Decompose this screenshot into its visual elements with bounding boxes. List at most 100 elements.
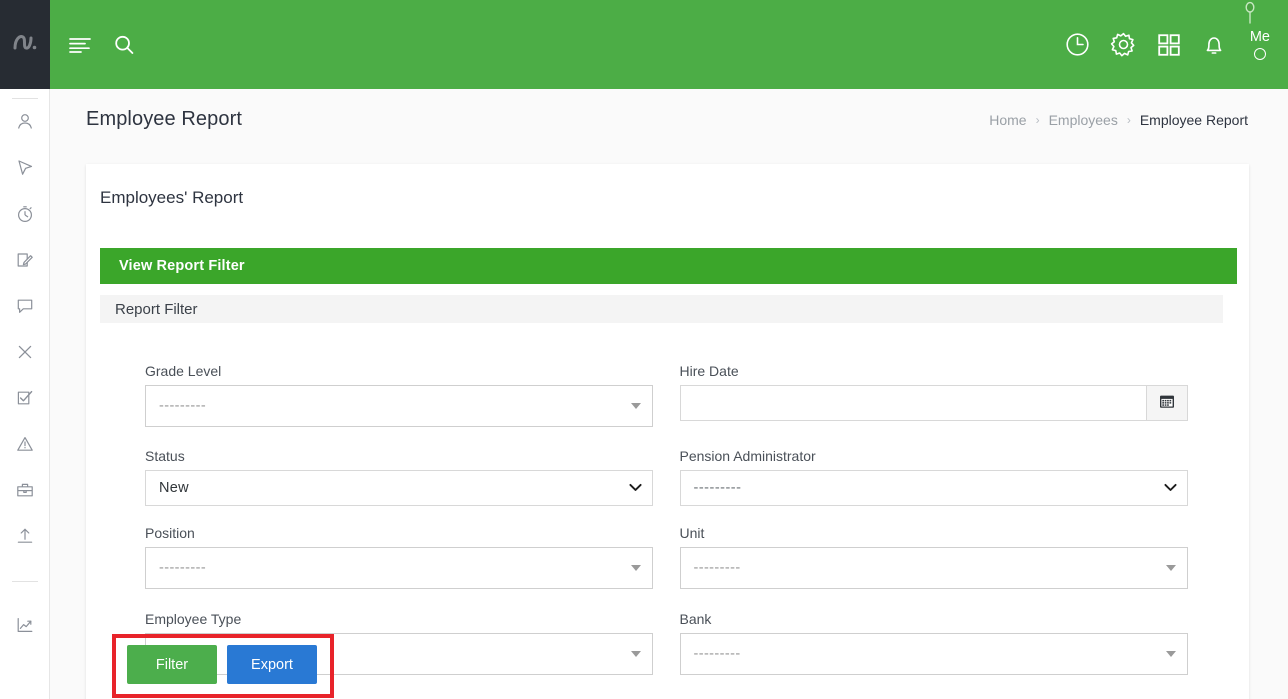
position-select[interactable]: --------- [145, 547, 653, 589]
app-logo-icon [12, 31, 38, 58]
form-col-left: Status New [86, 448, 668, 506]
employee-type-label: Employee Type [145, 611, 242, 627]
sidebar-item-close[interactable] [0, 329, 50, 375]
pin-icon[interactable] [1242, 0, 1258, 30]
chevron-down-icon [631, 651, 641, 657]
form-col-right: Hire Date [668, 363, 1250, 427]
breadcrumb-item-current: Employee Report [1139, 111, 1248, 128]
pension-administrator-label: Pension Administrator [679, 448, 816, 464]
field-unit: Unit --------- [679, 525, 1188, 589]
sidebar-item-edit[interactable] [0, 237, 50, 283]
chevron-down-icon [631, 403, 641, 409]
x-close-icon [15, 342, 35, 362]
view-report-filter-label: View Report Filter [119, 258, 245, 274]
position-label: Position [145, 525, 195, 541]
app-logo[interactable] [0, 0, 50, 89]
hire-date-input[interactable] [679, 385, 1146, 421]
grade-level-label: Grade Level [145, 363, 222, 379]
chevron-down-icon [631, 565, 641, 571]
sidebar-item-jobs[interactable] [0, 467, 50, 513]
form-col-left: Position --------- [86, 525, 668, 589]
briefcase-icon [15, 480, 35, 500]
sidebar-item-cursor[interactable] [0, 145, 50, 191]
pension-administrator-value: --------- [693, 480, 742, 496]
position-value: --------- [159, 560, 207, 576]
user-menu[interactable]: Me [1250, 29, 1270, 60]
chevron-down-icon [1163, 479, 1177, 497]
edit-pencil-icon [15, 250, 35, 270]
hamburger-menu-icon[interactable] [68, 36, 92, 54]
hire-date-label: Hire Date [679, 363, 739, 379]
sidebar-item-time-tracking[interactable] [0, 191, 50, 237]
hire-date-calendar-button[interactable] [1145, 385, 1188, 421]
field-hire-date: Hire Date [679, 363, 1188, 421]
breadcrumb: Home › Employees › Employee Report [989, 112, 1248, 128]
status-label: Status [145, 448, 185, 464]
chevron-down-icon [1165, 651, 1176, 657]
checkbox-check-icon [15, 388, 35, 408]
unit-value: --------- [693, 560, 741, 576]
application-root: Me Employee Report Home › Employees › Em… [0, 0, 1288, 699]
form-col-right: Pension Administrator --------- [668, 448, 1250, 506]
hire-date-group [679, 385, 1188, 421]
sidebar-item-reports[interactable] [0, 602, 50, 648]
chevron-down-icon [1165, 565, 1176, 571]
sidebar-item-employees[interactable] [0, 99, 50, 145]
search-icon[interactable] [112, 33, 136, 57]
left-icon-rail [0, 0, 50, 699]
clock-icon[interactable] [1064, 31, 1091, 58]
unit-label: Unit [679, 525, 705, 541]
upload-arrow-icon [15, 526, 35, 546]
status-value: New [159, 480, 189, 496]
filter-button[interactable]: Filter [127, 645, 217, 684]
unit-select[interactable]: --------- [679, 547, 1188, 589]
form-row-2: Status New Pension Administrator -------… [86, 448, 1249, 506]
card-title: Employees' Report [100, 188, 244, 207]
report-card: Employees' Report View Report Filter Rep… [86, 164, 1249, 699]
chevron-down-icon [629, 479, 642, 497]
field-pension-administrator: Pension Administrator --------- [679, 448, 1188, 506]
bank-value: --------- [693, 646, 741, 662]
pension-administrator-select[interactable]: --------- [679, 470, 1188, 506]
export-button[interactable]: Export [227, 645, 317, 684]
form-col-right: Bank --------- [668, 611, 1250, 675]
breadcrumb-item-employees[interactable]: Employees [1049, 112, 1118, 128]
gear-icon[interactable] [1110, 31, 1137, 58]
warning-triangle-icon [15, 434, 35, 454]
user-menu-label: Me [1249, 29, 1270, 45]
chart-line-icon [15, 615, 35, 635]
form-row-1: Grade Level --------- Hire Date [86, 363, 1249, 427]
sidebar-item-messages[interactable] [0, 283, 50, 329]
cursor-arrow-icon [15, 158, 35, 178]
breadcrumb-separator: › [1035, 112, 1040, 127]
grade-level-select[interactable]: --------- [145, 385, 653, 427]
avatar-circle-icon [1253, 48, 1266, 60]
sidebar-item-upload[interactable] [0, 513, 50, 559]
breadcrumb-item-home[interactable]: Home [989, 112, 1026, 128]
field-bank: Bank --------- [679, 611, 1188, 675]
field-status: Status New [145, 448, 653, 506]
grid-apps-icon[interactable] [1156, 32, 1182, 58]
chat-bubble-icon [15, 296, 35, 316]
page-title: Employee Report [86, 108, 243, 130]
report-filter-legend: Report Filter [100, 295, 1223, 323]
form-actions: Filter Export [127, 645, 317, 684]
top-navigation-bar: Me [50, 0, 1288, 89]
sidebar-item-alerts[interactable] [0, 421, 50, 467]
topbar-right-group: Me [1064, 1, 1288, 60]
breadcrumb-separator: › [1126, 112, 1131, 127]
report-filter-form: Grade Level --------- Hire Date Status N… [86, 363, 1249, 675]
page-header-strip: Employee Report Home › Employees › Emplo… [50, 89, 1288, 150]
grade-level-value: --------- [159, 398, 207, 414]
person-icon [15, 112, 35, 132]
form-row-3: Position --------- Unit --------- [86, 525, 1249, 589]
bank-select[interactable]: --------- [679, 633, 1188, 675]
field-position: Position --------- [145, 525, 653, 589]
view-report-filter-bar[interactable]: View Report Filter [100, 248, 1237, 284]
status-select[interactable]: New [145, 470, 653, 506]
bank-label: Bank [679, 611, 712, 627]
report-filter-legend-label: Report Filter [115, 300, 198, 318]
sidebar-item-tasks[interactable] [0, 375, 50, 421]
bell-icon[interactable] [1201, 32, 1227, 58]
stopwatch-icon [15, 204, 35, 224]
